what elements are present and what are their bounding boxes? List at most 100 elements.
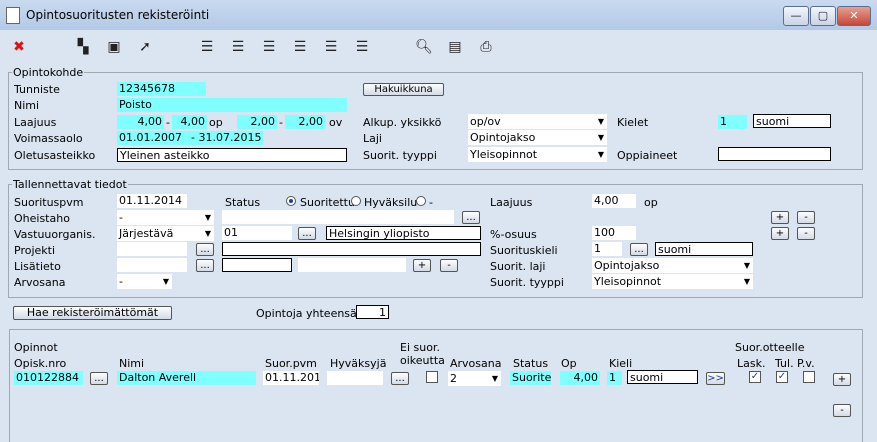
laji-label: Laji: [363, 132, 382, 145]
row-arvosana-dropdown[interactable]: 2 ▼: [448, 371, 501, 386]
projekti-name-field[interactable]: [222, 242, 481, 256]
nimi-field[interactable]: Poisto: [117, 98, 347, 112]
lisatieto-add-button[interactable]: +: [413, 259, 431, 272]
col-kieli: Kieli: [609, 357, 633, 370]
col-ei-suor-2: oikeutta: [400, 354, 445, 367]
alkup-yksikko-dropdown[interactable]: op/ov ▼: [468, 114, 607, 129]
suorit-tyyppi-dropdown[interactable]: Yleisopinnot ▼: [468, 147, 607, 162]
laajuus-max-field[interactable]: 4,00: [172, 115, 207, 129]
chevron-down-icon: ▼: [597, 133, 604, 142]
voimassaolo-label: Voimassaolo: [14, 132, 83, 145]
suorituskieli-name-field[interactable]: suomi: [655, 242, 753, 256]
row-kieli-number-field[interactable]: 1: [607, 371, 622, 385]
projekti-lookup-button[interactable]: ...: [196, 243, 214, 256]
laajuus2-min-field[interactable]: 2,00: [237, 115, 277, 129]
oheistaho-name-field[interactable]: [222, 210, 454, 224]
vastuuorganis-lookup-button[interactable]: ...: [298, 227, 316, 240]
vastuuorganis-code-field[interactable]: 01: [222, 226, 292, 240]
tiedot-add-button-2[interactable]: +: [771, 227, 789, 240]
suorituspvm-field[interactable]: 01.11.2014: [117, 194, 187, 208]
lisatieto-text-field[interactable]: [298, 258, 406, 272]
delete-record-icon[interactable]: ☰: [229, 38, 247, 56]
maximize-button[interactable]: ▢: [810, 6, 836, 26]
voimassaolo-end-field[interactable]: - 31.07.2015: [189, 131, 263, 145]
row-next-button[interactable]: >>: [706, 372, 725, 385]
laajuus-t-field[interactable]: 4,00: [592, 194, 636, 208]
oheistaho-lookup-button[interactable]: ...: [462, 211, 480, 224]
voimassaolo-start-field[interactable]: 01.01.2007: [117, 131, 189, 145]
row-status-field[interactable]: Suoritet: [510, 371, 551, 385]
next-record-icon[interactable]: ☰: [322, 38, 340, 56]
laajuus2-max-field[interactable]: 2,00: [285, 115, 325, 129]
chevron-down-icon: ▼: [743, 277, 750, 286]
previous-record-icon[interactable]: ☰: [291, 38, 309, 56]
minimize-button[interactable]: —: [783, 6, 809, 26]
status-hyvaksilu-radio[interactable]: [351, 196, 361, 206]
suorit-laji-dropdown[interactable]: Opintojakso ▼: [592, 258, 753, 273]
row-arvosana-value: 2: [450, 372, 457, 385]
add-record-icon[interactable]: ☰: [198, 38, 216, 56]
row-remove-button[interactable]: -: [833, 404, 851, 417]
row-kieli-name-field[interactable]: suomi: [627, 370, 698, 384]
status-none-radio[interactable]: [416, 196, 426, 206]
oppiaineet-field[interactable]: [718, 147, 831, 161]
row-lask-checkbox[interactable]: ✓: [749, 371, 761, 383]
oheistaho-value: -: [119, 211, 123, 224]
row-hyvaksyja-lookup-button[interactable]: ...: [391, 372, 409, 385]
search-magnifier-icon[interactable]: 🔍︎: [415, 38, 433, 56]
first-record-icon[interactable]: ☰: [260, 38, 278, 56]
suorituskieli-number-field[interactable]: 1: [592, 242, 622, 256]
row-ei-oikeutta-checkbox[interactable]: [426, 371, 438, 383]
row-op-field[interactable]: 4,00: [560, 371, 600, 385]
kielet-number-field[interactable]: 1: [718, 115, 747, 129]
oletusasteikko-field[interactable]: Yleinen asteikko: [117, 148, 347, 162]
list-view-icon[interactable]: ▤: [446, 38, 464, 56]
copy-icon[interactable]: ▚: [74, 38, 92, 56]
tiedot-remove-button-1[interactable]: -: [797, 211, 815, 224]
lisatieto-remove-button[interactable]: -: [440, 259, 458, 272]
vastuuorganis-value: Järjestävä: [119, 227, 174, 240]
status-suoritettu-radio[interactable]: [286, 196, 296, 206]
tunniste-field[interactable]: 12345678: [117, 82, 206, 96]
lisatieto-field[interactable]: [117, 258, 187, 272]
row-tul-checkbox[interactable]: ✓: [776, 371, 788, 383]
last-record-icon[interactable]: ☰: [353, 38, 371, 56]
suorituskieli-lookup-button[interactable]: ...: [630, 243, 648, 256]
row-add-button[interactable]: +: [833, 373, 851, 386]
arvosana-label: Arvosana: [14, 276, 66, 289]
arvosana-dropdown[interactable]: - ▼: [117, 274, 172, 289]
projekti-field[interactable]: [117, 242, 187, 256]
laajuus2-dash: -: [279, 116, 283, 129]
tiedot-remove-button-2[interactable]: -: [797, 227, 815, 240]
chevron-down-icon: ▼: [162, 277, 169, 286]
suorit-tyyppi-t-dropdown[interactable]: Yleisopinnot ▼: [592, 274, 753, 289]
osuus-field[interactable]: 100: [592, 226, 636, 240]
arvosana-value: -: [119, 275, 123, 288]
save-disk-icon[interactable]: ▣: [105, 38, 123, 56]
alkup-yksikko-value: op/ov: [470, 115, 501, 128]
row-opisk-lookup-button[interactable]: ...: [90, 372, 108, 385]
row-suor-pvm-field[interactable]: 01.11.2014: [263, 371, 319, 385]
row-hyvaksyja-field[interactable]: [327, 371, 383, 385]
hae-rekisteroimattomat-button[interactable]: Hae rekisteröimättömät: [13, 306, 172, 320]
tiedot-add-button-1[interactable]: +: [771, 211, 789, 224]
close-window-button[interactable]: ✕: [837, 6, 871, 26]
lisatieto-code-field[interactable]: [222, 258, 292, 272]
oheistaho-dropdown[interactable]: - ▼: [117, 210, 214, 225]
kielet-name-field[interactable]: suomi: [753, 114, 831, 128]
laji-dropdown[interactable]: Opintojakso ▼: [468, 130, 607, 145]
row-nimi-field[interactable]: Dalton Averell: [117, 371, 256, 385]
lisatieto-lookup-button[interactable]: ...: [196, 259, 214, 272]
delete-x-icon[interactable]: ✖: [10, 38, 28, 56]
oheistaho-label: Oheistaho: [14, 212, 70, 225]
vastuuorganis-dropdown[interactable]: Järjestävä ▼: [117, 226, 214, 241]
laajuus-min-field[interactable]: 4,00: [117, 115, 164, 129]
row-pv-checkbox[interactable]: [803, 371, 815, 383]
row-opisk-nro-field[interactable]: 010122884: [14, 371, 83, 385]
hakuikkuna-button[interactable]: Hakuikkuna: [363, 83, 444, 96]
print-icon[interactable]: ⎙: [477, 38, 495, 56]
vastuuorganis-name-field[interactable]: Helsingin yliopisto: [326, 226, 481, 240]
status-hyvaksilu-label: Hyväksilu: [364, 196, 418, 209]
osuus-label: %-osuus: [490, 228, 537, 241]
export-arrow-icon[interactable]: ➚: [136, 38, 154, 56]
